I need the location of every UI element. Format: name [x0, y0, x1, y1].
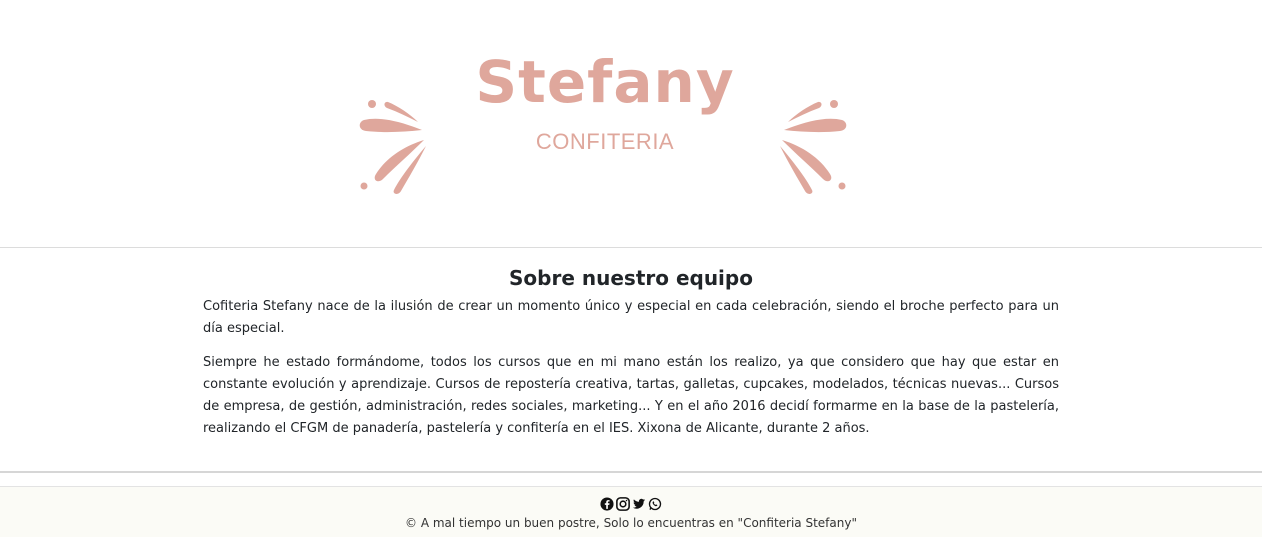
site-footer: © A mal tiempo un buen postre, Solo lo e… — [0, 487, 1262, 537]
copyright-text: © A mal tiempo un buen postre, Solo lo e… — [405, 516, 857, 530]
facebook-icon[interactable] — [600, 496, 614, 511]
about-section: Sobre nuestro equipo Cofiteria Stefany n… — [0, 248, 1262, 473]
section-divider — [0, 473, 1262, 487]
splash-ornament-left-icon — [359, 100, 426, 194]
site-header: Stefany CONFITERIA — [0, 0, 1262, 248]
whatsapp-icon[interactable] — [648, 496, 662, 511]
social-links — [0, 487, 1262, 512]
brand-name: Stefany — [475, 48, 735, 116]
about-title: Sobre nuestro equipo — [509, 266, 753, 290]
brand-logo[interactable]: Stefany CONFITERIA — [350, 45, 862, 205]
brand-subtitle: CONFITERIA — [535, 129, 675, 154]
about-paragraph-2: Siempre he estado formándome, todos los … — [203, 355, 1059, 436]
about-paragraph-1: Cofiteria Stefany nace de la ilusión de … — [203, 299, 1059, 336]
instagram-icon[interactable] — [616, 496, 630, 511]
twitter-icon[interactable] — [632, 496, 646, 510]
splash-ornament-right-icon — [780, 100, 847, 194]
